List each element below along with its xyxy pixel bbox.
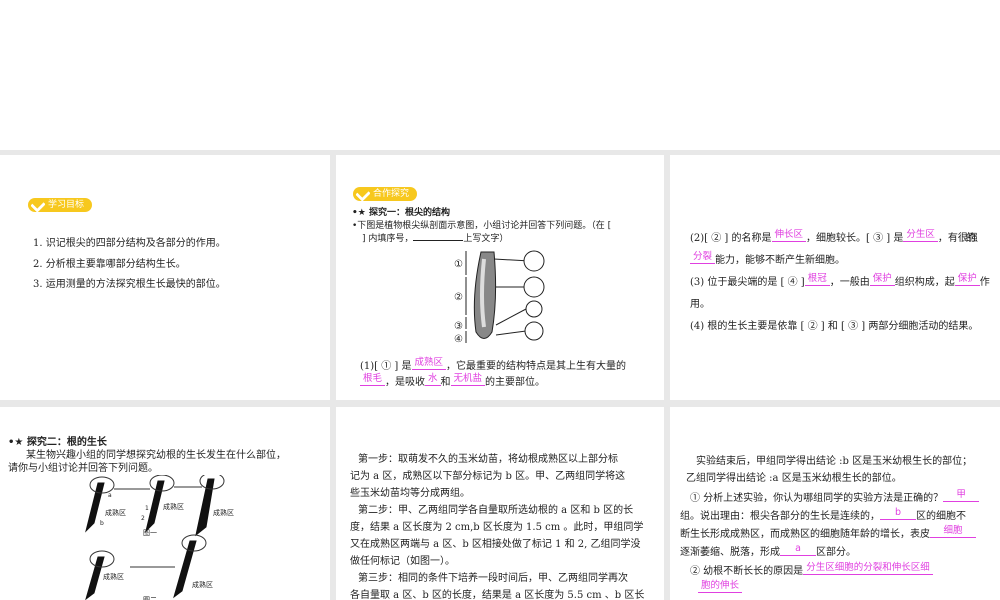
answer: a — [780, 543, 816, 556]
answer: 根冠 — [804, 273, 830, 286]
panel-explore-one-continued: (2)[ ② ] 的名称是 伸长区 ，细胞较长。[ ③ ] 是分生区 ，有很强的分裂能… — [670, 155, 1000, 400]
q-text: (2)[ ② ] 的名称是 — [690, 233, 772, 244]
cooperative-explore-badge: 合作探究 — [353, 187, 418, 201]
question-3: (3) 位于最尖端的是 [ ④ ] 根冠 ，一般由 保护 组织构成，起 保护 作用。 — [690, 272, 990, 316]
answer: 根毛 — [360, 373, 386, 386]
q-text: 的 — [965, 233, 976, 244]
question-analysis-2: 组。说出理由：根尖各部分的生长是连续的， b 区的细胞不 — [680, 507, 966, 525]
step-line: 度，结果 a 区长度为 2 cm,b 区长度为 1.5 cm 。此时，甲组同学 — [350, 522, 644, 533]
q-text: (3) 位于最尖端的是 [ ④ ] — [690, 277, 805, 288]
answer: 伸长区 — [771, 229, 807, 242]
q-text: 区的细胞不 — [916, 511, 966, 522]
step-line: 各自量取 a 区、b 区的长度，结果是 a 区长度为 5.5 cm 、b 区长 — [350, 590, 645, 600]
q-text: ，细胞较长。[ ③ ] 是 — [806, 233, 904, 244]
intro-text: ] 内填序号， — [362, 234, 414, 244]
question-analysis: ① 分析上述实验，你认为哪组同学的实验方法是正确的？甲 — [690, 489, 980, 507]
panel-explore-one: 合作探究 •★ 探究一：根尖的结构 •下图是植物根尖纵剖面示意图，小组讨论并回答… — [336, 155, 664, 400]
explore-one-intro-line2: ] 内填序号， 上写文字） — [362, 230, 508, 248]
question-1: (1)[ ① ] 是成熟区 ，它最重要的结构特点是其上生有大量的根毛 ，是吸收水和无… — [360, 357, 650, 391]
q-text: 组织构成，起 — [894, 277, 955, 288]
answer: 分生区 — [903, 229, 938, 242]
mark-1: 1 — [145, 505, 149, 512]
question-2: (2)[ ② ] 的名称是 伸长区 ，细胞较长。[ ③ ] 是分生区 ，有很强的分裂能… — [690, 228, 990, 272]
label-b: b — [100, 520, 104, 527]
root-label-4: ④ — [454, 334, 463, 345]
q-text: ② 幼根不断长长的原因是 — [690, 566, 804, 577]
figure-2-caption: 图二 — [143, 596, 157, 600]
blank-top-area — [0, 0, 1000, 150]
answer: 甲 — [943, 489, 980, 502]
answer: 胞的伸长 — [698, 580, 743, 593]
zone-label: 成熟区 — [103, 573, 124, 581]
root-label-2: ② — [454, 292, 463, 303]
q-text: ，一般由 — [829, 277, 870, 288]
answer: 无机盐 — [450, 373, 486, 386]
q-text: ，是吸收 — [385, 377, 426, 388]
step-line: 第一步：取萌发不久的玉米幼苗，将幼根成熟区以上部分标 — [358, 454, 618, 465]
answer: 分生区细胞的分裂和伸长区细 — [803, 562, 933, 575]
zone-label: 成熟区 — [213, 509, 234, 517]
learning-goals-badge: 学习目标 — [28, 198, 93, 212]
answer: b — [880, 507, 916, 520]
answer: 保护 — [869, 273, 895, 286]
root-tip-diagram — [465, 250, 545, 343]
q-text: ，它最重要的结构特点是其上生有大量的 — [446, 361, 627, 372]
step-line: 些玉米幼苗均等分成两组。 — [350, 488, 470, 499]
answer: 保护 — [954, 273, 980, 286]
q-text: 组。说出理由：根尖各部分的生长是连续的， — [680, 511, 880, 522]
q-text: 断生长形成成熟区，而成熟区的细胞随年龄的增长，表皮 — [680, 529, 930, 540]
q-text: 的主要部位。 — [485, 377, 546, 388]
questions-2-4: (2)[ ② ] 的名称是 伸长区 ，细胞较长。[ ③ ] 是分生区 ，有很强的分裂能… — [690, 228, 990, 338]
q-text: ① 分析上述实验，你认为哪组同学的实验方法是正确的？ — [690, 493, 944, 504]
answer: 水 — [425, 373, 441, 386]
step-line: 第三步：相同的条件下培养一段时间后，甲、乙两组同学再次 — [358, 573, 628, 584]
step-line: 做任何标记（如图一）。 — [350, 556, 455, 567]
q-text: (1)[ ① ] 是 — [360, 361, 412, 372]
conclusion-line: 乙组同学得出结论 :a 区是玉米幼根生长的部位。 — [686, 473, 902, 484]
intro-text: 上写文字） — [463, 234, 509, 244]
q-text: 逐渐萎缩、脱落，形成 — [680, 547, 780, 558]
goal-item: 3. 运用测量的方法探究根生长最快的部位。 — [33, 279, 226, 290]
zone-label: 成熟区 — [105, 509, 126, 517]
zone-label: 成熟区 — [192, 581, 213, 589]
root-label-1: ① — [454, 259, 463, 270]
panel-explore-two: •★ 探究二：根的生长 某生物兴趣小组的同学想探究幼根的生长发生在什么部位， 请… — [0, 407, 330, 600]
question-growth-reason-2: 胞的伸长 — [698, 580, 743, 598]
panel-learning-goals: 学习目标 1. 识记根尖的四部分结构及各部分的作用。 2. 分析根主要靠哪部分结… — [0, 155, 330, 400]
q-text: 和 — [440, 377, 451, 388]
blank-line — [413, 230, 464, 241]
answer: 细胞 — [930, 525, 976, 538]
answer: 成熟区 — [411, 357, 447, 370]
panel-experiment-steps: 第一步：取萌发不久的玉米幼苗，将幼根成熟区以上部分标 记为 a 区，成熟区以下部… — [336, 407, 664, 600]
answer: 分裂 — [690, 251, 716, 264]
question-growth-reason: ② 幼根不断长长的原因是 分生区细胞的分裂和伸长区细 — [690, 562, 933, 580]
question-analysis-4: 逐渐萎缩、脱落，形成 a 区部分。 — [680, 543, 856, 561]
step-line: 又在成熟区两端与 a 区、b 区相接处做了标记 1 和 2, 乙组同学没 — [350, 539, 641, 550]
q-text: 区部分。 — [816, 547, 856, 558]
zone-label: 成熟区 — [163, 503, 184, 511]
q-text: 能力，能够不断产生新细胞。 — [715, 255, 846, 266]
step-line: 第二步：甲、乙两组同学各自量取所选幼根的 a 区和 b 区的长 — [358, 505, 634, 516]
goal-item: 2. 分析根主要靠哪部分结构生长。 — [33, 259, 186, 270]
goal-item: 1. 识记根尖的四部分结构及各部分的作用。 — [33, 238, 226, 249]
question-4: (4) 根的生长主要是依靠 [ ② ] 和 [ ③ ] 两部分细胞活动的结果。 — [690, 321, 979, 332]
figure-1-caption: 图一 — [143, 529, 157, 537]
label-a: a — [108, 492, 112, 499]
question-analysis-3: 断生长形成成熟区，而成熟区的细胞随年龄的增长，表皮 细胞 — [680, 525, 976, 543]
panel-conclusion: 实验结束后，甲组同学得出结论 :b 区是玉米幼根生长的部位； 乙组同学得出结论 … — [670, 407, 1000, 600]
conclusion-line: 实验结束后，甲组同学得出结论 :b 区是玉米幼根生长的部位； — [696, 456, 973, 467]
step-line: 记为 a 区，成熟区以下部分标记为 b 区。甲、乙两组同学将这 — [350, 471, 626, 482]
